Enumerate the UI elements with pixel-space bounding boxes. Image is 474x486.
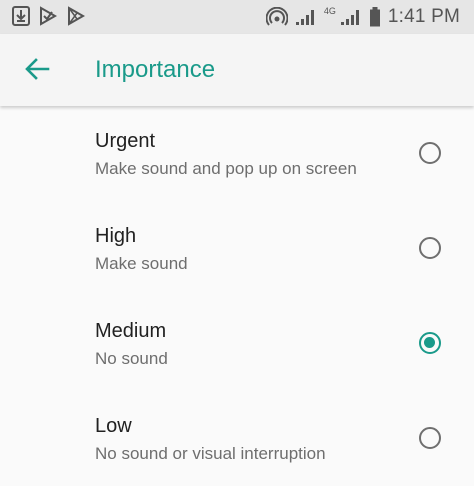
option-urgent[interactable]: Urgent Make sound and pop up on screen — [0, 106, 474, 201]
check-flag-icon — [38, 6, 58, 26]
signal-icon — [295, 8, 317, 26]
importance-options-list: Urgent Make sound and pop up on screen H… — [0, 106, 474, 486]
back-button[interactable] — [20, 54, 54, 88]
network-type-label: 4G — [323, 6, 336, 16]
radio-button[interactable] — [419, 142, 441, 164]
option-label: Low — [95, 415, 132, 437]
option-label: Urgent — [95, 130, 156, 152]
option-medium[interactable]: Medium No sound — [0, 296, 474, 391]
app-bar: Importance — [0, 34, 474, 106]
download-icon — [12, 6, 30, 26]
notification-icons — [12, 6, 86, 26]
page-title: Importance — [95, 56, 216, 83]
option-description: Make sound — [95, 254, 188, 273]
option-high[interactable]: High Make sound — [0, 201, 474, 296]
option-label: Medium — [95, 320, 167, 342]
option-label: High — [95, 225, 137, 247]
system-icons: 4G 1:41 PM — [265, 6, 460, 28]
arrow-left-icon — [24, 57, 50, 85]
radio-button[interactable] — [419, 427, 441, 449]
option-description: Make sound and pop up on screen — [95, 159, 357, 178]
radio-button[interactable] — [419, 237, 441, 259]
status-bar: 4G 1:41 PM — [0, 0, 474, 34]
play-store-icon — [66, 6, 86, 26]
radio-button-selected[interactable] — [419, 332, 441, 354]
option-description: No sound or visual interruption — [95, 444, 326, 463]
signal-icon — [340, 8, 362, 26]
clock-time: 1:41 PM — [387, 6, 460, 27]
hotspot-icon — [265, 7, 288, 27]
battery-icon — [369, 7, 381, 27]
option-description: No sound — [95, 349, 168, 368]
